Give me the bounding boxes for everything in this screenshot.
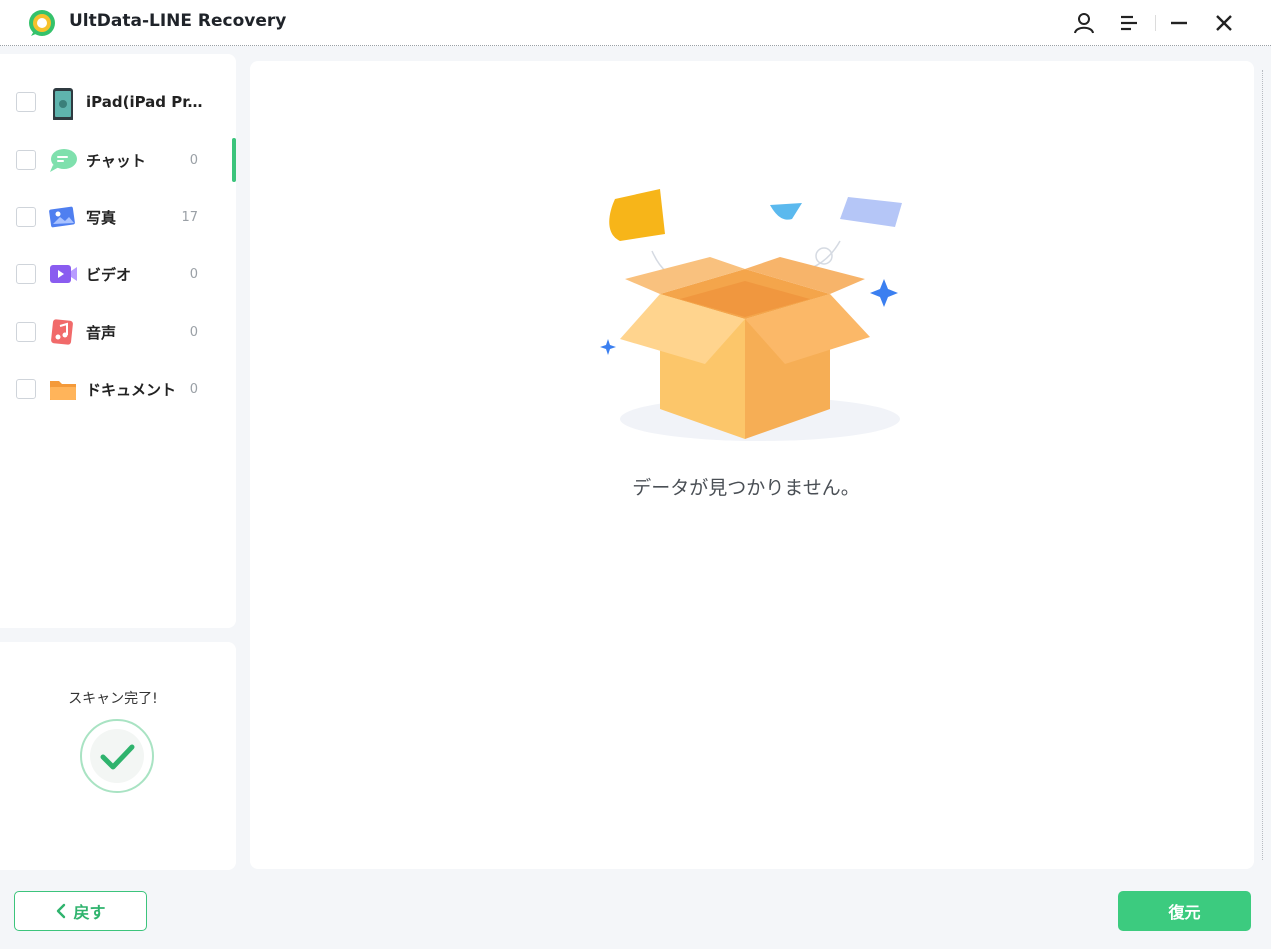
checkbox[interactable] bbox=[16, 207, 36, 227]
sidebar-item-label: 写真 bbox=[86, 208, 117, 227]
sidebar-item-count: 0 bbox=[189, 152, 198, 168]
scan-status-panel: スキャン完了! bbox=[0, 642, 236, 870]
chat-icon bbox=[50, 149, 77, 172]
check-circle-icon bbox=[80, 719, 154, 793]
sidebar-item-label: ドキュメント bbox=[86, 380, 177, 399]
back-button[interactable]: 戻す bbox=[14, 891, 147, 931]
empty-box-illustration bbox=[600, 189, 902, 441]
sidebar-item-audio[interactable]: 音声 0 bbox=[0, 308, 232, 356]
video-icon bbox=[50, 265, 77, 283]
sidebar-item-label: iPad(iPad Pr... bbox=[86, 93, 204, 111]
app-title: UltData-LINE Recovery bbox=[69, 11, 287, 31]
sidebar-item-label: チャット bbox=[86, 151, 146, 170]
sidebar-item-count: 0 bbox=[189, 381, 198, 397]
close-icon[interactable] bbox=[1211, 10, 1237, 36]
sidebar-item-count: 0 bbox=[189, 266, 198, 282]
audio-icon bbox=[51, 319, 73, 345]
scan-status-text: スキャン完了! bbox=[68, 691, 158, 707]
app-logo-icon bbox=[29, 10, 55, 36]
ipad-icon bbox=[53, 88, 73, 120]
chevron-left-icon bbox=[57, 903, 66, 919]
sidebar-scrollbar[interactable] bbox=[232, 138, 236, 182]
sidebar-item-label: ビデオ bbox=[86, 265, 132, 284]
category-sidebar: iPad(iPad Pr... チャット 0 写真 17 ビデオ 0 音声 0 … bbox=[0, 54, 236, 628]
empty-state-message: データが見つかりません。 bbox=[632, 477, 860, 499]
minimize-icon[interactable] bbox=[1166, 10, 1192, 36]
sidebar-item-videos[interactable]: ビデオ 0 bbox=[0, 250, 232, 298]
main-scrollbar[interactable] bbox=[1262, 70, 1265, 860]
checkbox[interactable] bbox=[16, 264, 36, 284]
back-button-label: 戻す bbox=[73, 903, 106, 922]
checkbox[interactable] bbox=[16, 379, 36, 399]
sidebar-item-count: 0 bbox=[189, 324, 198, 340]
title-bar: UltData-LINE Recovery bbox=[0, 0, 1271, 46]
checkbox[interactable] bbox=[16, 150, 36, 170]
sidebar-item-photos[interactable]: 写真 17 bbox=[0, 193, 232, 241]
document-icon bbox=[50, 381, 76, 400]
restore-button[interactable]: 復元 bbox=[1118, 891, 1251, 931]
sidebar-item-count: 17 bbox=[181, 209, 198, 225]
sidebar-item-chat[interactable]: チャット 0 bbox=[0, 136, 232, 184]
photo-icon bbox=[49, 206, 75, 228]
sidebar-item-device[interactable]: iPad(iPad Pr... bbox=[0, 78, 232, 126]
restore-button-label: 復元 bbox=[1168, 903, 1201, 922]
checkbox[interactable] bbox=[16, 322, 36, 342]
user-icon[interactable] bbox=[1071, 10, 1097, 36]
sidebar-item-documents[interactable]: ドキュメント 0 bbox=[0, 365, 232, 413]
titlebar-divider bbox=[1155, 15, 1156, 31]
checkbox[interactable] bbox=[16, 92, 36, 112]
sidebar-item-label: 音声 bbox=[86, 323, 117, 342]
menu-icon[interactable] bbox=[1116, 10, 1142, 36]
main-content-panel: データが見つかりません。 bbox=[250, 61, 1254, 869]
